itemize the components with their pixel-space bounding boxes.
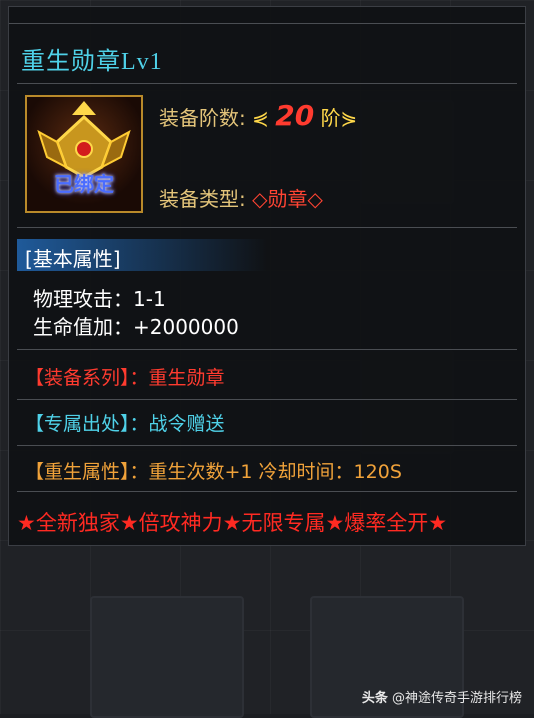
divider	[9, 23, 525, 24]
divider	[17, 399, 517, 400]
watermark-text: @神途传奇手游排行榜	[387, 691, 522, 706]
rebirth-attribute-line: 【重生属性】：重生次数+1 冷却时间：120S	[25, 461, 402, 483]
stat-value: +2000000	[133, 315, 239, 339]
medal-icon: 已绑定	[25, 95, 143, 213]
exclusive-source-line: 【专属出处】：战令赠送	[25, 413, 225, 435]
stat-label: 生命值加：	[33, 315, 133, 339]
divider	[17, 491, 517, 492]
stat-value: 1-1	[133, 287, 166, 311]
equip-series-line: 【装备系列】：重生勋章	[25, 367, 225, 389]
bound-label: 已绑定	[54, 172, 114, 196]
item-tooltip: 重生勋章Lv1 已绑定 装备阶数: ⋞ 20 阶⋟ 装备类型: ◇勋章◇ [基本…	[8, 6, 526, 546]
promo-banner: ★全新独家★倍攻神力★无限专属★爆率全开★	[17, 511, 448, 535]
tier-row: 装备阶数: ⋞ 20 阶⋟	[159, 99, 357, 132]
type-label: 装备类型:	[159, 187, 246, 211]
tier-label: 装备阶数:	[159, 106, 246, 130]
tier-suffix: 阶⋟	[320, 106, 358, 130]
tier-prefix: ⋞	[252, 106, 269, 130]
stat-hp-bonus: 生命值加：+2000000	[33, 311, 239, 340]
type-row: 装备类型: ◇勋章◇	[159, 183, 323, 212]
tier-value: 20	[275, 99, 315, 132]
divider	[17, 83, 517, 84]
divider	[17, 349, 517, 350]
background-slot	[90, 596, 244, 718]
type-value: ◇勋章◇	[252, 187, 323, 211]
basic-attributes-header: [基本属性]	[17, 239, 267, 271]
watermark-prefix: 头条	[361, 691, 388, 706]
stat-physical-attack: 物理攻击：1-1	[33, 283, 166, 312]
divider	[17, 227, 517, 228]
section-header-label: [基本属性]	[25, 247, 121, 271]
divider	[17, 445, 517, 446]
stat-label: 物理攻击：	[33, 287, 133, 311]
watermark: 头条 @神途传奇手游排行榜	[362, 687, 522, 706]
item-title: 重生勋章Lv1	[21, 49, 163, 75]
